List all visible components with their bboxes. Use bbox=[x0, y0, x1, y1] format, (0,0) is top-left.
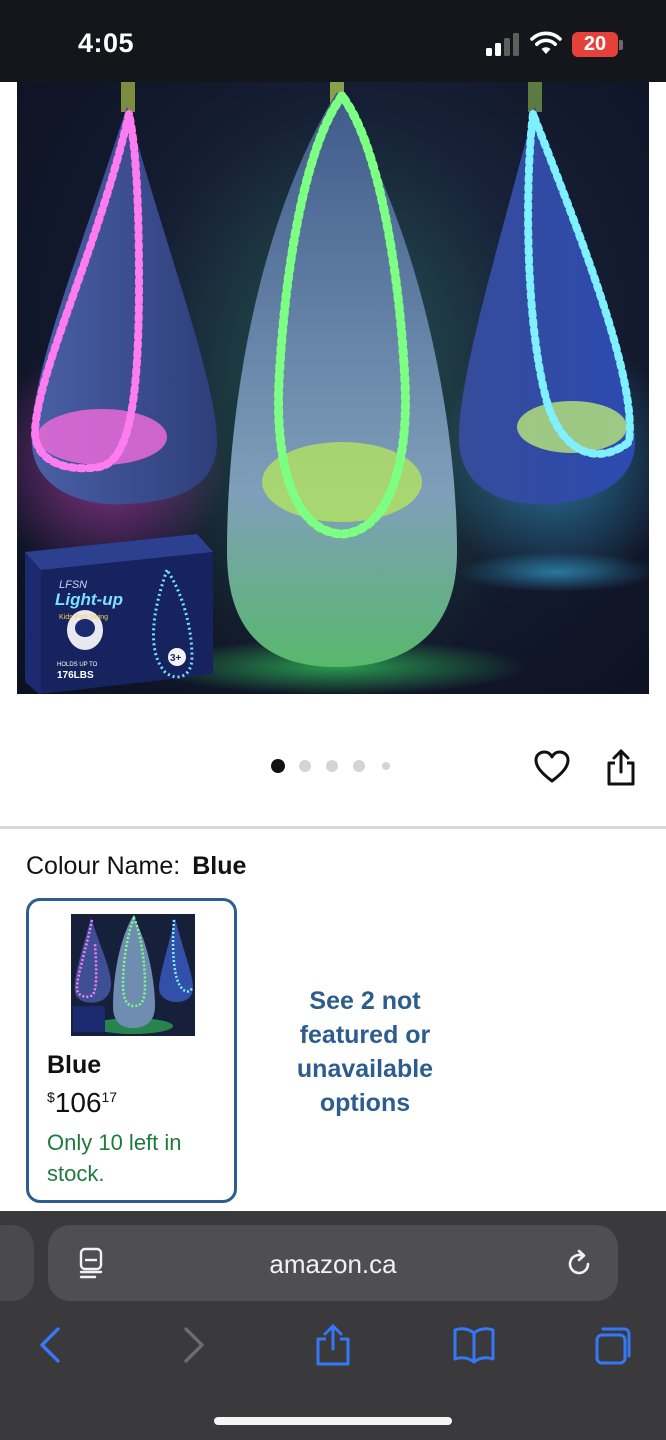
product-photo: LFSN Light-up Kids Pod Swing HOLDS UP TO… bbox=[17, 82, 649, 694]
swatch-name: Blue bbox=[47, 1051, 102, 1079]
svg-text:176LBS: 176LBS bbox=[57, 670, 94, 681]
colour-value: Blue bbox=[192, 852, 247, 880]
status-bar: 4:05 20 bbox=[0, 0, 666, 82]
url-text: amazon.ca bbox=[269, 1249, 397, 1279]
previous-tab-preview[interactable] bbox=[0, 1225, 34, 1301]
back-icon[interactable] bbox=[30, 1323, 70, 1367]
colour-name-row: Colour Name: Blue bbox=[26, 852, 246, 881]
product-box: LFSN Light-up Kids Pod Swing HOLDS UP TO… bbox=[25, 534, 213, 694]
svg-text:3+: 3+ bbox=[170, 653, 182, 664]
battery-icon: 20 bbox=[572, 32, 618, 57]
wifi-icon bbox=[530, 31, 562, 54]
carousel-dot[interactable] bbox=[353, 760, 365, 772]
tabs-icon[interactable] bbox=[593, 1323, 633, 1367]
price-fraction: 17 bbox=[101, 1089, 118, 1105]
battery-tip bbox=[619, 40, 623, 50]
address-bar[interactable]: amazon.ca bbox=[48, 1225, 618, 1301]
battery-level: 20 bbox=[583, 33, 607, 55]
cellular-signal-icon bbox=[486, 32, 522, 56]
svg-text:Kids Pod Swing: Kids Pod Swing bbox=[59, 614, 108, 621]
carousel-dot[interactable] bbox=[271, 759, 285, 773]
reload-icon[interactable] bbox=[564, 1249, 594, 1279]
carousel-dot[interactable] bbox=[382, 762, 390, 770]
swatch-price: $10617 bbox=[47, 1087, 117, 1119]
heart-icon[interactable] bbox=[533, 748, 571, 786]
browser-toolbar: amazon.ca bbox=[0, 1211, 666, 1440]
bookmarks-icon[interactable] bbox=[452, 1323, 496, 1367]
carousel-dot[interactable] bbox=[326, 760, 338, 772]
carousel-dot[interactable] bbox=[299, 760, 311, 772]
see-unavailable-options-link[interactable]: See 2 not featured or unavailable option… bbox=[268, 984, 462, 1120]
stock-status: Only 10 left in stock. bbox=[47, 1130, 182, 1186]
svg-text:HOLDS UP TO: HOLDS UP TO bbox=[57, 662, 98, 668]
colour-label: Colour Name: bbox=[26, 852, 181, 880]
status-time: 4:05 bbox=[78, 28, 135, 58]
svg-text:Light-up: Light-up bbox=[55, 590, 123, 609]
swatch-thumbnail bbox=[71, 914, 195, 1036]
colour-swatch-blue[interactable]: Blue $10617 Only 10 left in stock. bbox=[26, 898, 237, 1203]
price-whole: 106 bbox=[54, 1087, 102, 1118]
home-indicator bbox=[214, 1417, 452, 1425]
forward-icon[interactable] bbox=[174, 1323, 214, 1367]
price-currency: $ bbox=[47, 1089, 55, 1105]
product-image[interactable]: LFSN Light-up Kids Pod Swing HOLDS UP TO… bbox=[17, 82, 649, 694]
share-icon[interactable] bbox=[604, 748, 638, 788]
share-icon[interactable] bbox=[313, 1323, 353, 1367]
section-divider bbox=[0, 826, 666, 829]
